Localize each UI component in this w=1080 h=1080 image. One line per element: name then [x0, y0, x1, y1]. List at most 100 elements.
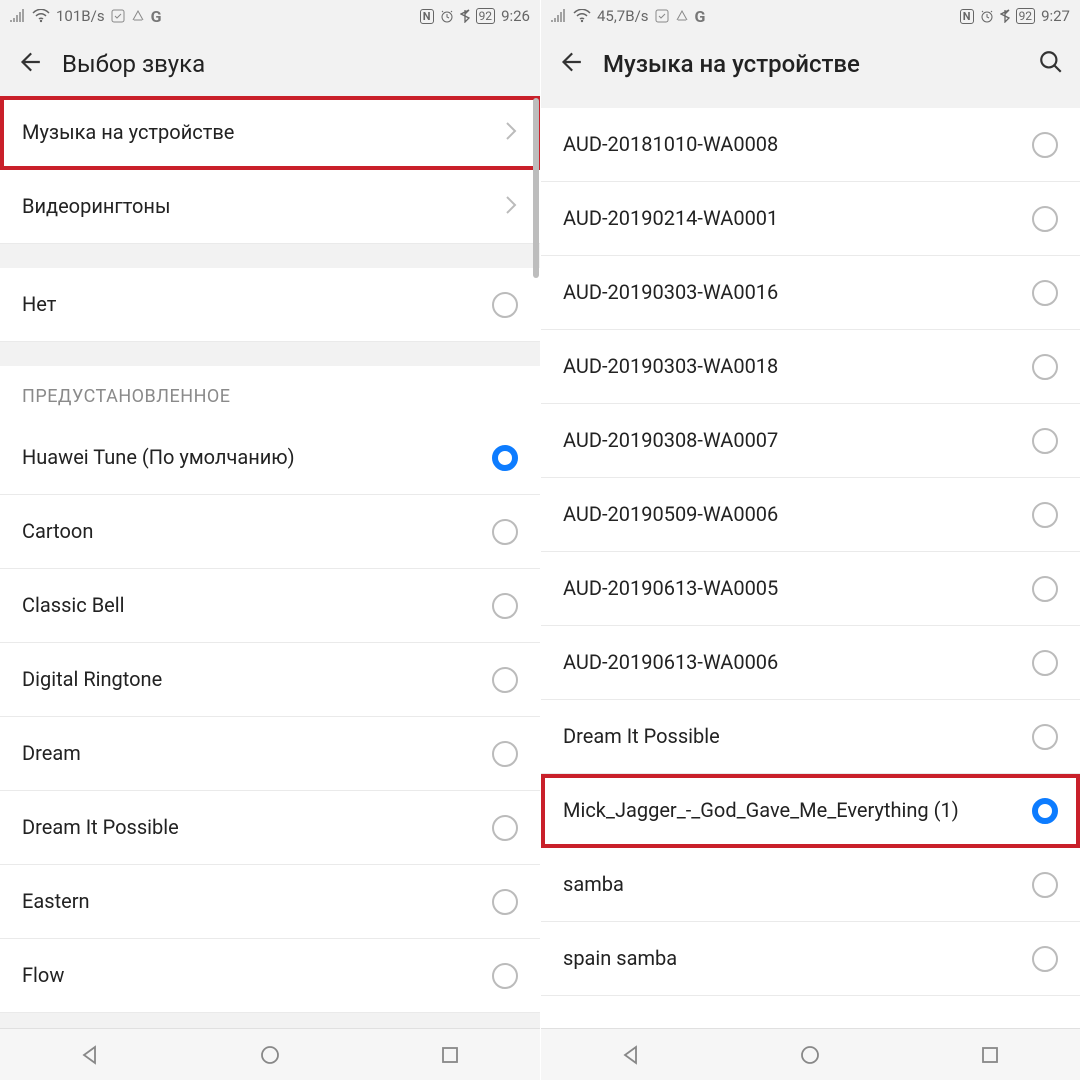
radio-unselected-icon [492, 519, 518, 545]
preset-row[interactable]: Classic Bell [0, 569, 540, 643]
screen-header: Музыка на устройстве [541, 32, 1080, 96]
track-row[interactable]: AUD-20181010-WA0008 [541, 108, 1080, 182]
app-icon-2 [131, 9, 145, 23]
track-row[interactable]: AUD-20190214-WA0001 [541, 182, 1080, 256]
track-label: Mick_Jagger_-_God_Gave_Me_Everything (1) [563, 798, 1032, 823]
wifi-icon [32, 9, 50, 23]
nav-row-label: Музыка на устройстве [22, 120, 504, 145]
radio-unselected-icon [1032, 280, 1058, 306]
preset-label: Dream It Possible [22, 815, 492, 840]
back-button[interactable] [16, 49, 42, 79]
screen-header: Выбор звука [0, 32, 540, 96]
track-row[interactable]: Mick_Jagger_-_God_Gave_Me_Everything (1) [541, 774, 1080, 848]
radio-unselected-icon [492, 593, 518, 619]
google-icon: G [695, 7, 706, 26]
status-right: N 92 9:26 [420, 7, 530, 25]
radio-unselected-icon [1032, 502, 1058, 528]
signal-icon [10, 9, 26, 23]
track-label: AUD-20190613-WA0005 [563, 576, 1032, 601]
spacer [0, 342, 540, 366]
preset-row[interactable]: Eastern [0, 865, 540, 939]
radio-unselected-icon [1032, 650, 1058, 676]
nav-back-button[interactable] [591, 1035, 671, 1075]
preset-row[interactable]: Digital Ringtone [0, 643, 540, 717]
status-time: 9:26 [501, 7, 530, 25]
app-icon-1 [111, 9, 125, 23]
status-speed: 101B/s [56, 7, 105, 25]
spacer [0, 244, 540, 268]
track-label: spain samba [563, 946, 1032, 971]
preset-label: Dream [22, 741, 492, 766]
radio-unselected-icon [492, 292, 518, 318]
alarm-icon [980, 9, 994, 23]
radio-unselected-icon [1032, 428, 1058, 454]
status-time: 9:27 [1041, 7, 1070, 25]
track-row[interactable]: samba [541, 848, 1080, 922]
back-button[interactable] [557, 49, 583, 79]
status-bar: 101B/s G N 92 9:26 [0, 0, 540, 32]
preset-row[interactable]: Dream It Possible [0, 791, 540, 865]
spacer [541, 96, 1080, 108]
track-label: AUD-20181010-WA0008 [563, 132, 1032, 157]
nav-row-label: Видеорингтоны [22, 194, 504, 219]
radio-unselected-icon [1032, 354, 1058, 380]
track-row[interactable]: AUD-20190613-WA0006 [541, 626, 1080, 700]
radio-selected-icon [1032, 798, 1058, 824]
nav-back-button[interactable] [50, 1035, 130, 1075]
preset-label: Flow [22, 963, 492, 988]
nav-recent-button[interactable] [950, 1035, 1030, 1075]
status-speed: 45,7B/s [597, 7, 649, 25]
track-row[interactable]: AUD-20190303-WA0018 [541, 330, 1080, 404]
status-right: N 92 9:27 [960, 7, 1070, 25]
track-row[interactable]: AUD-20190613-WA0005 [541, 552, 1080, 626]
track-row[interactable]: AUD-20190308-WA0007 [541, 404, 1080, 478]
search-button[interactable] [1038, 49, 1064, 79]
preset-label: Eastern [22, 889, 492, 914]
radio-unselected-icon [1032, 946, 1058, 972]
track-label: AUD-20190303-WA0016 [563, 280, 1032, 305]
signal-icon [551, 9, 567, 23]
track-row[interactable]: AUD-20190509-WA0006 [541, 478, 1080, 552]
track-row[interactable]: spain samba [541, 922, 1080, 996]
track-row[interactable]: Dream It Possible [541, 700, 1080, 774]
preset-row[interactable]: Dream [0, 717, 540, 791]
nav-home-button[interactable] [770, 1035, 850, 1075]
screen-sound-selection: 101B/s G N 92 9:26 Выбор звука Музыка на… [0, 0, 540, 1080]
radio-unselected-icon [492, 667, 518, 693]
nfc-icon: N [960, 9, 974, 24]
status-bar: 45,7B/s G N 92 9:27 [541, 0, 1080, 32]
option-none[interactable]: Нет [0, 268, 540, 342]
preset-label: Classic Bell [22, 593, 492, 618]
track-label: AUD-20190613-WA0006 [563, 650, 1032, 675]
nav-recent-button[interactable] [410, 1035, 490, 1075]
track-label: AUD-20190509-WA0006 [563, 502, 1032, 527]
track-row[interactable]: AUD-20190303-WA0016 [541, 256, 1080, 330]
nav-home-button[interactable] [230, 1035, 310, 1075]
preset-label: Huawei Tune (По умолчанию) [22, 445, 492, 470]
preset-row[interactable]: Huawei Tune (По умолчанию) [0, 421, 540, 495]
preset-row[interactable]: Flow [0, 939, 540, 1013]
radio-unselected-icon [492, 741, 518, 767]
nav-row-1[interactable]: Видеорингтоны [0, 170, 540, 244]
content-area: Музыка на устройствеВидеорингтоны Нет ПР… [0, 96, 540, 1028]
screen-title: Музыка на устройстве [603, 50, 1018, 78]
app-icon-2 [675, 9, 689, 23]
wifi-icon [573, 9, 591, 23]
scrollbar[interactable] [533, 98, 539, 278]
bluetooth-icon [1000, 9, 1010, 23]
preset-row[interactable]: Cartoon [0, 495, 540, 569]
radio-unselected-icon [1032, 724, 1058, 750]
radio-unselected-icon [492, 889, 518, 915]
preset-label: Cartoon [22, 519, 492, 544]
radio-unselected-icon [492, 963, 518, 989]
system-nav-bar [0, 1028, 540, 1080]
nav-row-0[interactable]: Музыка на устройстве [0, 96, 540, 170]
battery-level: 92 [476, 8, 496, 24]
status-left: 101B/s G [10, 7, 161, 26]
track-label: Dream It Possible [563, 724, 1032, 749]
radio-unselected-icon [1032, 132, 1058, 158]
nfc-icon: N [420, 9, 434, 24]
radio-unselected-icon [1032, 872, 1058, 898]
radio-selected-icon [492, 445, 518, 471]
screen-title: Выбор звука [62, 50, 524, 78]
